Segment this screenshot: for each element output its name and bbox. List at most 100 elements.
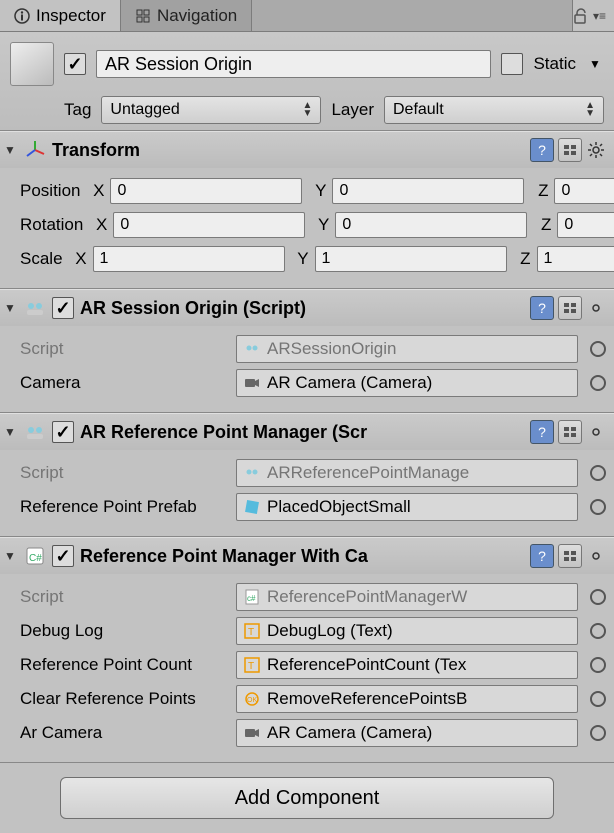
object-picker-icon[interactable] [590,589,606,605]
csharp-icon: C# [24,545,46,567]
prefab-field[interactable]: PlacedObjectSmall [236,493,578,521]
position-x[interactable] [110,178,302,204]
position-label: Position [20,181,80,201]
prefab-label: Reference Point Prefab [20,497,230,517]
button-icon: OK [243,690,261,708]
script-field: ARSessionOrigin [236,335,578,363]
script-icon [24,297,46,319]
foldout-icon[interactable]: ▼ [4,301,18,315]
help-button[interactable]: ? [530,296,554,320]
camera-icon [243,374,261,392]
object-picker-icon[interactable] [590,375,606,391]
gear-icon[interactable] [586,298,606,318]
prefab-icon [243,498,261,516]
updown-icon: ▲▼ [303,102,313,118]
add-component-button[interactable]: Add Component [60,777,554,819]
foldout-icon[interactable]: ▼ [4,143,18,157]
static-dropdown-icon[interactable]: ▼ [586,57,604,71]
static-checkbox[interactable] [501,53,523,75]
object-picker-icon[interactable] [590,725,606,741]
help-button[interactable]: ? [530,544,554,568]
object-picker-icon[interactable] [590,657,606,673]
camera-label: Camera [20,373,230,393]
component-enable-checkbox[interactable] [52,545,74,567]
foldout-icon[interactable]: ▼ [4,425,18,439]
script-icon [24,421,46,443]
ref-count-field[interactable]: T ReferencePointCount (Tex [236,651,578,679]
svg-text:C#: C# [29,553,42,564]
clear-points-label: Clear Reference Points [20,689,230,709]
component-enable-checkbox[interactable] [52,297,74,319]
camera-field[interactable]: AR Camera (Camera) [236,369,578,397]
clear-points-field[interactable]: OK RemoveReferencePointsB [236,685,578,713]
object-picker-icon[interactable] [590,623,606,639]
scale-y[interactable] [315,246,507,272]
lock-icon[interactable] [573,8,587,24]
object-picker-icon[interactable] [590,341,606,357]
tab-inspector-label: Inspector [36,6,106,26]
component-ar-session-origin: ▼ AR Session Origin (Script) ? Script AR… [0,289,614,413]
ref-count-label: Reference Point Count [20,655,230,675]
svg-text:OK: OK [247,697,257,704]
tag-select[interactable]: Untagged ▲▼ [101,96,321,124]
scale-x[interactable] [93,246,285,272]
arso-title: AR Session Origin (Script) [80,298,524,319]
foldout-icon[interactable]: ▼ [4,549,18,563]
active-checkbox[interactable] [64,53,86,75]
gameobject-name-input[interactable] [96,50,491,78]
preset-button[interactable] [558,296,582,320]
rotation-z[interactable] [557,212,614,238]
preset-button[interactable] [558,138,582,162]
tab-inspector[interactable]: Inspector [0,0,121,31]
navigation-icon [135,8,151,24]
script-file-icon [243,464,261,482]
transform-icon [24,139,46,161]
updown-icon: ▲▼ [585,102,595,118]
ar-camera-field[interactable]: AR Camera (Camera) [236,719,578,747]
component-enable-checkbox[interactable] [52,421,74,443]
object-picker-icon[interactable] [590,691,606,707]
arpm-title: AR Reference Point Manager (Scr [80,422,524,443]
tag-value: Untagged [110,101,179,119]
scale-z[interactable] [537,246,614,272]
x-label: X [86,181,104,201]
preset-button[interactable] [558,544,582,568]
rotation-label: Rotation [20,215,83,235]
camera-icon [243,724,261,742]
help-button[interactable]: ? [530,420,554,444]
layer-value: Default [393,101,444,119]
info-icon [14,8,30,24]
help-button[interactable]: ? [530,138,554,162]
csharp-file-icon: c# [243,588,261,606]
ar-camera-label: Ar Camera [20,723,230,743]
component-transform: ▼ Transform ? Position X Y [0,131,614,289]
rpmc-title: Reference Point Manager With Ca [80,546,524,567]
rotation-y[interactable] [335,212,527,238]
position-y[interactable] [332,178,524,204]
text-icon: T [243,656,261,674]
layer-label: Layer [331,100,374,120]
object-picker-icon[interactable] [590,465,606,481]
object-picker-icon[interactable] [590,499,606,515]
rotation-x[interactable] [113,212,305,238]
z-label: Z [530,181,548,201]
script-file-icon [243,340,261,358]
gear-icon[interactable] [586,546,606,566]
gear-icon[interactable] [586,422,606,442]
y-label: Y [308,181,326,201]
layer-select[interactable]: Default ▲▼ [384,96,604,124]
debug-log-field[interactable]: T DebugLog (Text) [236,617,578,645]
position-z[interactable] [554,178,614,204]
gameobject-icon[interactable] [10,42,54,86]
scale-label: Scale [20,249,63,269]
preset-button[interactable] [558,420,582,444]
script-label: Script [20,339,230,359]
script-field: ARReferencePointManage [236,459,578,487]
tab-navigation[interactable]: Navigation [121,0,252,31]
gear-icon[interactable] [586,140,606,160]
component-ar-reference-point-manager: ▼ AR Reference Point Manager (Scr ? Scri… [0,413,614,537]
text-icon: T [243,622,261,640]
tab-bar: Inspector Navigation ▾≡ [0,0,614,32]
debug-log-label: Debug Log [20,621,230,641]
panel-menu-icon[interactable]: ▾≡ [593,9,606,23]
